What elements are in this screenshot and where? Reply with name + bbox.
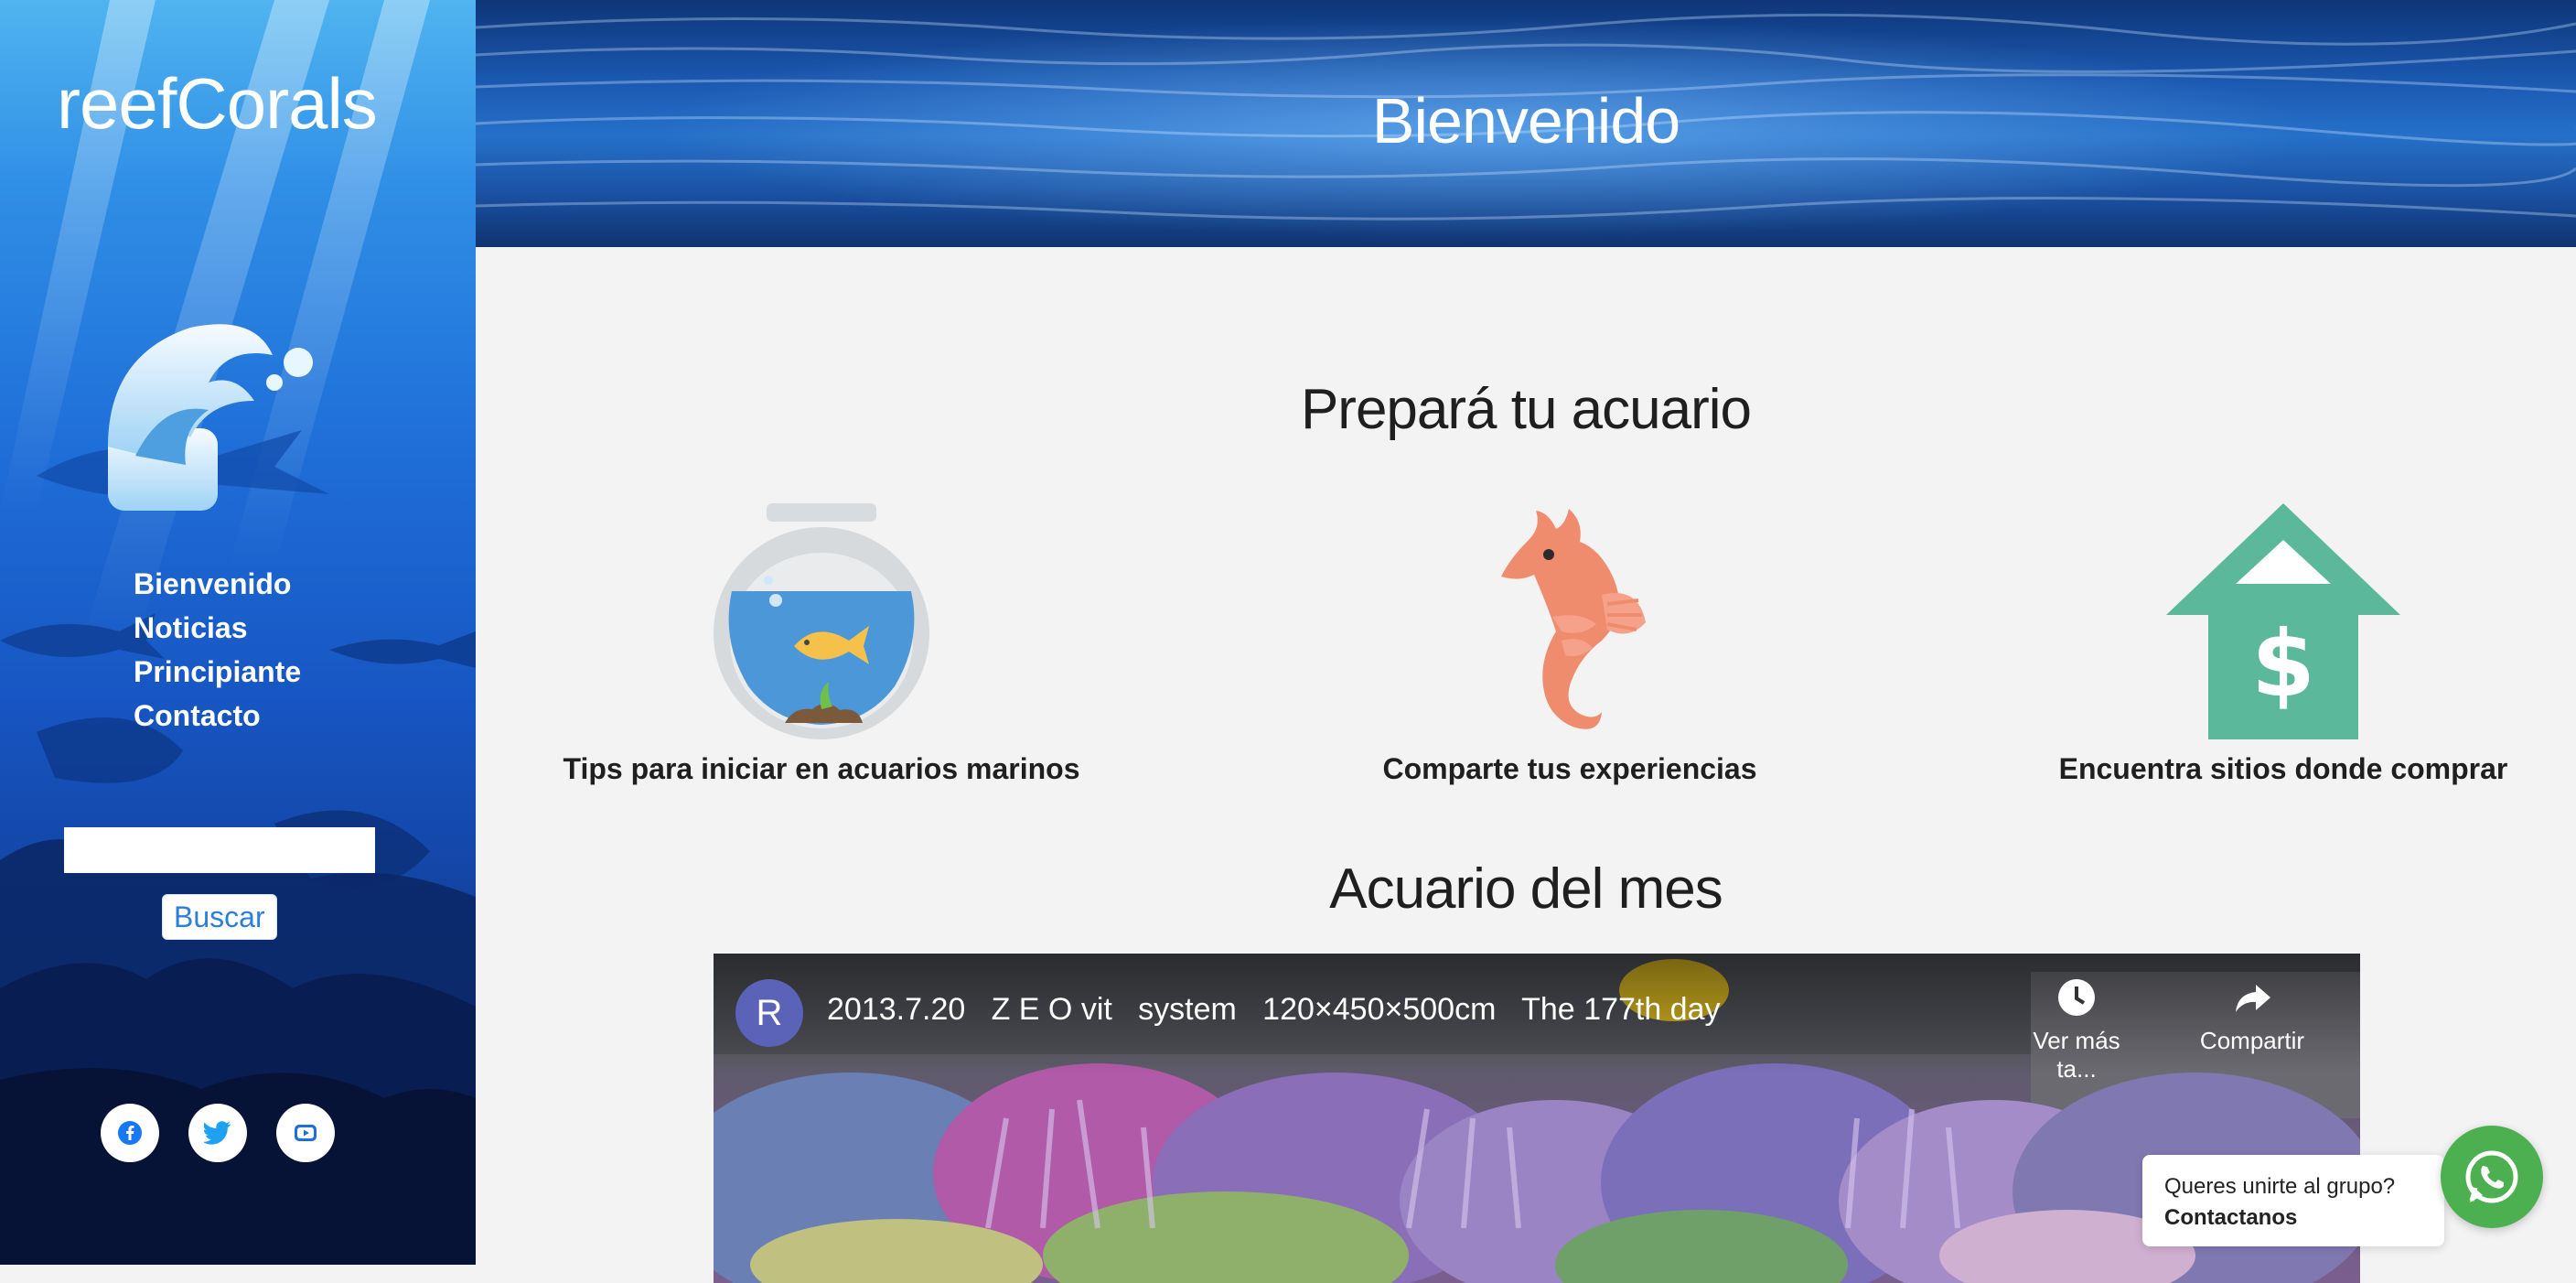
card-tips-caption: Tips para iniciar en acuarios marinos [563, 752, 1080, 785]
main-nav: Bienvenido Noticias Principiante Contact… [134, 562, 301, 738]
whatsapp-button[interactable] [2441, 1126, 2543, 1228]
facebook-icon [118, 1121, 142, 1145]
hero-banner: Bienvenido [476, 0, 2576, 247]
wave-logo-icon[interactable] [99, 318, 337, 520]
video-title[interactable]: 2013.7.20 Z E O vit system 120×450×500cm… [827, 992, 1721, 1028]
card-shops-caption: Encuentra sitios donde comprar [2058, 752, 2508, 785]
card-experiences[interactable]: Comparte tus experiencias [1277, 503, 1862, 786]
whatsapp-icon [2465, 1150, 2518, 1203]
whatsapp-bubble[interactable]: Queres unirte al grupo? Contactanos [2142, 1155, 2444, 1246]
clock-icon [2058, 979, 2095, 1016]
sidebar: reefCorals Bienvenido Noticias Principia… [0, 0, 476, 1265]
facebook-link[interactable] [101, 1104, 159, 1162]
share-label: Compartir [2199, 1027, 2305, 1054]
nav-link-noticias[interactable]: Noticias [134, 606, 301, 650]
svg-text:$: $ [2251, 610, 2315, 717]
site-logo[interactable]: reefCorals [57, 62, 378, 146]
card-shops[interactable]: $ Encuentra sitios donde comprar [1991, 503, 2576, 786]
nav-link-contacto[interactable]: Contacto [134, 694, 301, 738]
hero-title: Bienvenido [1371, 85, 1680, 156]
seahorse-icon [1501, 509, 1646, 729]
twitter-link[interactable] [188, 1104, 247, 1162]
prepare-title: Prepará tu acuario [1300, 378, 1752, 441]
twitter-icon [204, 1121, 231, 1145]
whatsapp-contact-link[interactable]: Contactanos [2164, 1202, 2422, 1234]
share-button[interactable]: Compartir [2188, 977, 2316, 1055]
channel-avatar[interactable]: R [735, 979, 803, 1047]
card-experiences-caption: Comparte tus experiencias [1382, 752, 1757, 785]
nav-link-principiante[interactable]: Principiante [134, 650, 301, 694]
card-tips[interactable]: Tips para iniciar en acuarios marinos [529, 503, 1114, 786]
shop-price-icon: $ [2166, 503, 2400, 739]
social-links [101, 1104, 335, 1162]
youtube-icon [295, 1125, 317, 1141]
featured-video[interactable]: R 2013.7.20 Z E O vit system 120×450×500… [714, 954, 2360, 1283]
youtube-link[interactable] [276, 1104, 335, 1162]
watch-later-button[interactable]: Ver más ta... [2012, 977, 2141, 1084]
watch-later-label: Ver más ta... [2033, 1027, 2120, 1083]
whatsapp-prompt: Queres unirte al grupo? [2164, 1174, 2396, 1199]
fishbowl-icon [714, 503, 929, 739]
search-button[interactable]: Buscar [162, 894, 277, 940]
month-title: Acuario del mes [1329, 857, 1723, 921]
share-arrow-icon [2236, 985, 2270, 1012]
search-input[interactable] [64, 827, 375, 873]
nav-link-bienvenido[interactable]: Bienvenido [134, 562, 301, 606]
